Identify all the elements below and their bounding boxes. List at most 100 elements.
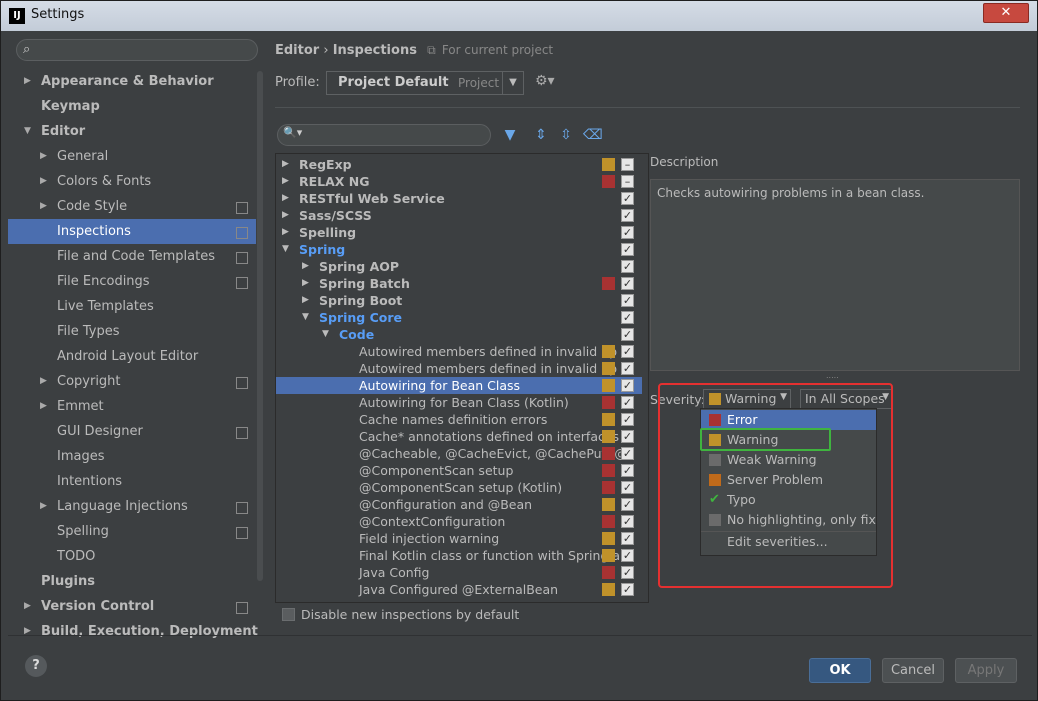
sidebar-item[interactable]: Spelling	[8, 519, 256, 544]
sidebar-item[interactable]: Live Templates	[8, 294, 256, 319]
enabled-checkbox[interactable]: ✓	[621, 328, 634, 341]
sidebar-item[interactable]: File Types	[8, 319, 256, 344]
collapse-all-icon[interactable]: ⇳	[558, 127, 574, 143]
inspection-row[interactable]: @ComponentScan setup ✓	[276, 462, 648, 479]
sidebar-scrollbar[interactable]	[257, 71, 263, 581]
enabled-checkbox[interactable]: ✓	[621, 396, 634, 409]
collapsed-arrow-icon[interactable]: ▶	[40, 369, 47, 394]
enabled-checkbox[interactable]: ✓	[621, 209, 634, 222]
collapsed-arrow-icon[interactable]: ▶	[282, 207, 289, 224]
enabled-checkbox[interactable]: ✓	[621, 583, 634, 596]
reset-icon[interactable]: ⌫	[583, 127, 603, 143]
expanded-arrow-icon[interactable]: ▼	[282, 241, 289, 258]
enabled-checkbox[interactable]: ✓	[621, 549, 634, 562]
sidebar-item[interactable]: Images	[8, 444, 256, 469]
collapsed-arrow-icon[interactable]: ▶	[302, 258, 309, 275]
enabled-checkbox[interactable]: ✓	[621, 447, 634, 460]
enabled-checkbox[interactable]: ✓	[621, 532, 634, 545]
enabled-checkbox[interactable]: ✓	[621, 515, 634, 528]
inspection-row[interactable]: ▶ RELAX NG –	[276, 173, 648, 190]
collapsed-arrow-icon[interactable]: ▶	[40, 194, 47, 219]
enabled-checkbox[interactable]: ✓	[621, 260, 634, 273]
gear-icon[interactable]: ⚙▾	[535, 73, 555, 89]
collapsed-arrow-icon[interactable]: ▶	[40, 169, 47, 194]
inspection-row[interactable]: @Cacheable, @CacheEvict, @CachePut, @ ✓	[276, 445, 648, 462]
enabled-checkbox[interactable]: –	[621, 175, 634, 188]
sidebar-item[interactable]: ▶ Language Injections	[8, 494, 256, 519]
enabled-checkbox[interactable]: ✓	[621, 243, 634, 256]
expand-all-icon[interactable]: ⇕	[533, 127, 549, 143]
sidebar-search-input[interactable]: ⌕	[16, 39, 258, 61]
disable-new-checkbox[interactable]	[282, 608, 295, 621]
inspection-row[interactable]: Java Configured @ExternalBean ✓	[276, 581, 648, 598]
inspection-row[interactable]: ▶ Sass/SCSS ✓	[276, 207, 648, 224]
enabled-checkbox[interactable]: ✓	[621, 498, 634, 511]
inspection-row[interactable]: Autowiring for Bean Class ✓	[276, 377, 648, 394]
enabled-checkbox[interactable]: –	[621, 158, 634, 171]
collapsed-arrow-icon[interactable]: ▶	[282, 156, 289, 173]
expanded-arrow-icon[interactable]: ▼	[24, 119, 31, 144]
sidebar-item[interactable]: TODO	[8, 544, 256, 569]
collapsed-arrow-icon[interactable]: ▶	[40, 394, 47, 419]
enabled-checkbox[interactable]: ✓	[621, 192, 634, 205]
collapsed-arrow-icon[interactable]: ▶	[282, 190, 289, 207]
enabled-checkbox[interactable]: ✓	[621, 294, 634, 307]
enabled-checkbox[interactable]: ✓	[621, 413, 634, 426]
collapsed-arrow-icon[interactable]: ▶	[282, 173, 289, 190]
enabled-checkbox[interactable]: ✓	[621, 379, 634, 392]
inspection-row[interactable]: ▶ Spring AOP ✓	[276, 258, 648, 275]
inspection-row[interactable]: Autowired members defined in invalid Sp ✓	[276, 360, 648, 377]
profile-combo[interactable]: Project Default Project ▼	[326, 71, 524, 95]
sidebar-item[interactable]: Intentions	[8, 469, 256, 494]
inspection-row[interactable]: ▼ Spring Core ✓	[276, 309, 648, 326]
ok-button[interactable]: OK	[809, 658, 871, 683]
expanded-arrow-icon[interactable]: ▼	[322, 326, 329, 343]
sidebar-item[interactable]: Keymap	[8, 94, 256, 119]
inspection-row[interactable]: ▶ RESTful Web Service ✓	[276, 190, 648, 207]
sidebar-item[interactable]: ▶ Version Control	[8, 594, 256, 619]
inspection-row[interactable]: ▶ RegExp –	[276, 156, 648, 173]
collapsed-arrow-icon[interactable]: ▶	[24, 619, 31, 644]
enabled-checkbox[interactable]: ✓	[621, 311, 634, 324]
collapsed-arrow-icon[interactable]: ▶	[282, 224, 289, 241]
inspection-row[interactable]: Cache names definition errors ✓	[276, 411, 648, 428]
inspection-row[interactable]: ▶ Spring Batch ✓	[276, 275, 648, 292]
collapsed-arrow-icon[interactable]: ▶	[40, 494, 47, 519]
apply-button[interactable]: Apply	[955, 658, 1017, 683]
enabled-checkbox[interactable]: ✓	[621, 277, 634, 290]
close-button[interactable]: ✕	[983, 3, 1029, 23]
inspection-row[interactable]: ▶ Spelling ✓	[276, 224, 648, 241]
enabled-checkbox[interactable]: ✓	[621, 362, 634, 375]
inspection-search-input[interactable]: 🔍▾	[277, 124, 491, 146]
inspection-row[interactable]: @ContextConfiguration ✓	[276, 513, 648, 530]
sidebar-item[interactable]: ▶ Appearance & Behavior	[8, 69, 256, 94]
sidebar-item[interactable]: Plugins	[8, 569, 256, 594]
cancel-button[interactable]: Cancel	[882, 658, 944, 683]
inspection-row[interactable]: Autowired members defined in invalid Sp ✓	[276, 343, 648, 360]
inspection-row[interactable]: ▼ Code ✓	[276, 326, 648, 343]
help-button[interactable]: ?	[25, 655, 47, 677]
collapsed-arrow-icon[interactable]: ▶	[24, 594, 31, 619]
sidebar-item[interactable]: Inspections	[8, 219, 256, 244]
sidebar-item[interactable]: File Encodings	[8, 269, 256, 294]
collapsed-arrow-icon[interactable]: ▶	[40, 144, 47, 169]
inspection-row[interactable]: ▶ Spring Boot ✓	[276, 292, 648, 309]
filter-icon[interactable]: ▼	[502, 127, 518, 143]
inspection-row[interactable]: Java Config ✓	[276, 564, 648, 581]
sidebar-item[interactable]: ▶ General	[8, 144, 256, 169]
collapsed-arrow-icon[interactable]: ▶	[24, 69, 31, 94]
tree-scrollbar[interactable]	[642, 154, 648, 602]
inspection-row[interactable]: Cache* annotations defined on interfaces…	[276, 428, 648, 445]
inspection-row[interactable]: Final Kotlin class or function with Spri…	[276, 547, 648, 564]
inspection-row[interactable]: Field injection warning ✓	[276, 530, 648, 547]
enabled-checkbox[interactable]: ✓	[621, 481, 634, 494]
inspection-row[interactable]: @Configuration and @Bean ✓	[276, 496, 648, 513]
inspection-row[interactable]: @ComponentScan setup (Kotlin) ✓	[276, 479, 648, 496]
sidebar-item[interactable]: File and Code Templates	[8, 244, 256, 269]
expanded-arrow-icon[interactable]: ▼	[302, 309, 309, 326]
splitter-handle[interactable]: .....	[826, 371, 839, 380]
sidebar-item[interactable]: ▶ Emmet	[8, 394, 256, 419]
sidebar-item[interactable]: Android Layout Editor	[8, 344, 256, 369]
enabled-checkbox[interactable]: ✓	[621, 566, 634, 579]
sidebar-item[interactable]: GUI Designer	[8, 419, 256, 444]
